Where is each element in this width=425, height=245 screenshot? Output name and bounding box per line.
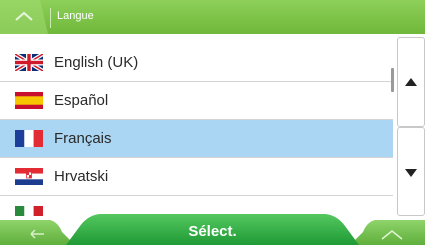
spain-flag-icon	[15, 92, 43, 109]
croatia-flag-icon	[15, 168, 43, 185]
header-home-icon[interactable]	[0, 0, 48, 34]
list-item-espanol[interactable]: Español	[0, 82, 393, 120]
select-button-label: Sélect.	[188, 223, 237, 240]
language-label: Français	[54, 130, 112, 147]
select-button[interactable]: Sélect.	[66, 212, 359, 245]
language-list[interactable]: English (UK) Español Français Hrvatski	[0, 44, 393, 216]
arrow-down-icon	[405, 169, 417, 177]
header-bar: Langue	[0, 0, 425, 34]
scroll-down-button[interactable]	[397, 127, 425, 216]
back-button[interactable]	[0, 220, 75, 245]
list-item-hrvatski[interactable]: Hrvatski	[0, 158, 393, 196]
arrow-up-icon	[405, 78, 417, 86]
scroll-up-button[interactable]	[397, 37, 425, 127]
list-item-english-uk[interactable]: English (UK)	[0, 44, 393, 82]
partial-flag-icon	[15, 206, 43, 216]
uk-flag-icon	[15, 54, 43, 71]
list-item-francais[interactable]: Français	[0, 120, 393, 158]
page-title: Langue	[57, 10, 94, 22]
language-label: Hrvatski	[54, 168, 109, 185]
scroll-thumb[interactable]	[391, 68, 394, 92]
france-flag-icon	[15, 130, 43, 147]
header-separator	[50, 8, 51, 28]
language-label: Español	[54, 92, 109, 109]
language-label: English (UK)	[54, 54, 139, 71]
expand-menu-button[interactable]	[350, 220, 425, 245]
